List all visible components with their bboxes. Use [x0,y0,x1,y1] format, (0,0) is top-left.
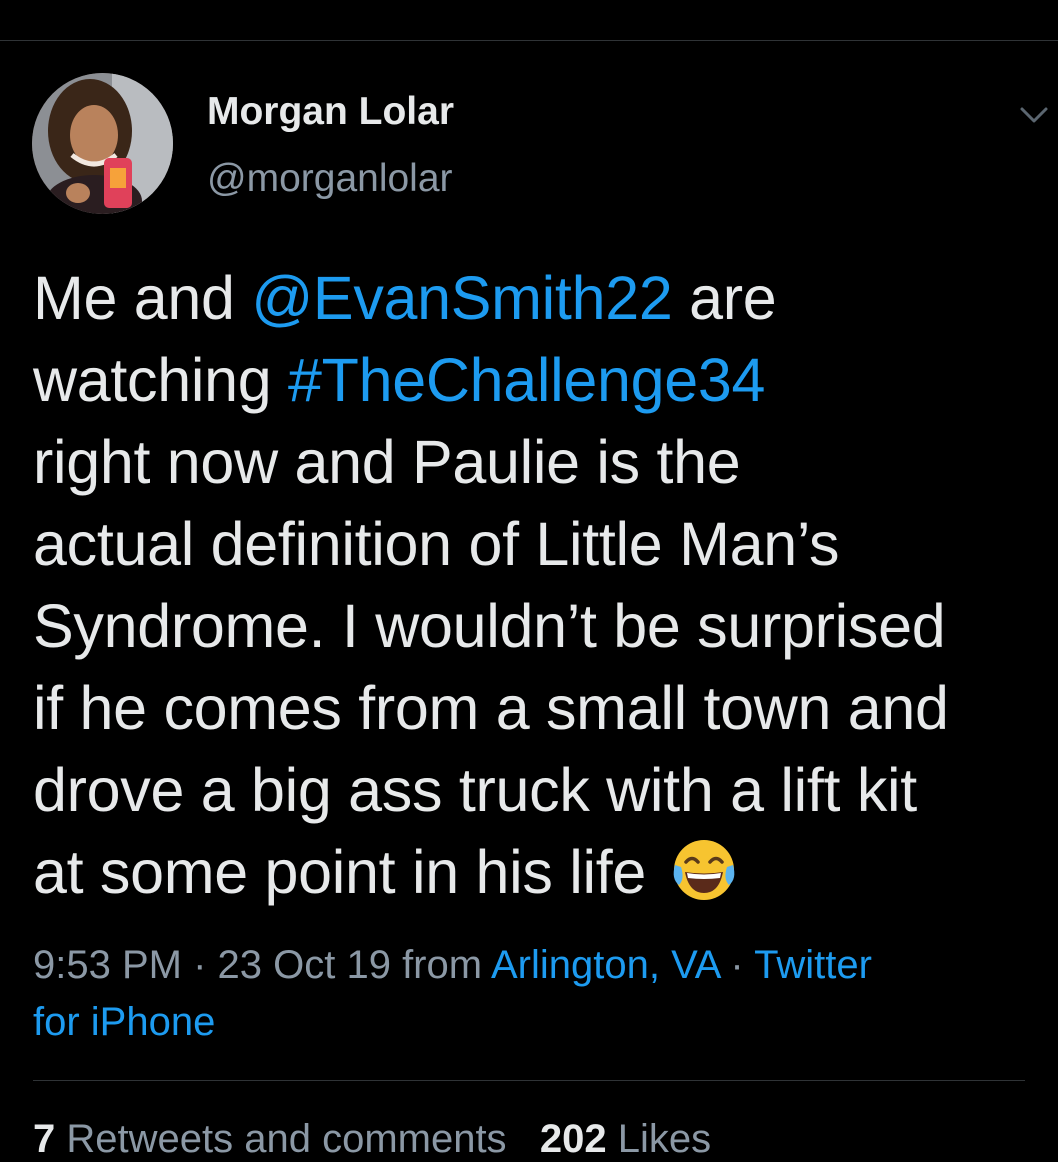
tweet-line: drove a big ass truck with a lift kit [33,756,917,824]
retweets-count[interactable]: 7 [33,1117,55,1161]
tweet-line: at some point in his life [33,831,1053,913]
date[interactable]: 23 Oct 19 [218,943,391,987]
tweet-line: watching #TheChallenge34 [33,346,766,414]
source-link[interactable]: for iPhone [33,1000,215,1044]
tweet-line: Me and @EvanSmith22 are [33,264,777,332]
tweet-line: if he comes from a small town and [33,674,949,742]
likes-label[interactable]: Likes [607,1117,711,1161]
mention-link[interactable]: @EvanSmith22 [251,264,672,332]
author-name[interactable]: Morgan Lolar [207,90,454,134]
timestamp[interactable]: 9:53 PM [33,943,182,987]
chevron-down-icon[interactable] [1016,100,1052,130]
avatar[interactable] [32,73,173,214]
author-handle[interactable]: @morganlolar [207,157,453,201]
tweet-text: Me and @EvanSmith22 are watching #TheCha… [33,257,1053,913]
source-link[interactable]: Twitter [754,943,872,987]
tweet-line: actual definition of Little Man’s [33,510,840,578]
tweet-meta: 9:53 PM · 23 Oct 19 from Arlington, VA ·… [33,937,1033,1051]
meta-line: 9:53 PM · 23 Oct 19 from Arlington, VA ·… [33,943,872,987]
retweets-label[interactable]: Retweets and comments [55,1117,506,1161]
tweet-line: Syndrome. I wouldn’t be surprised [33,592,946,660]
hashtag-link[interactable]: #TheChallenge34 [288,346,765,414]
stats-divider [33,1080,1025,1081]
tweet-line: right now and Paulie is the [33,428,741,496]
likes-count[interactable]: 202 [540,1117,607,1161]
location-link[interactable]: Arlington, VA [491,943,719,987]
profile-photo-icon [32,73,173,214]
meta-line: for iPhone [33,994,1033,1051]
tweet-detail: Morgan Lolar @morganlolar Me and @EvanSm… [0,0,1058,1161]
face-with-tears-of-joy-icon [669,835,739,905]
tweet-stats: 7 Retweets and comments 202 Likes [33,1117,711,1162]
